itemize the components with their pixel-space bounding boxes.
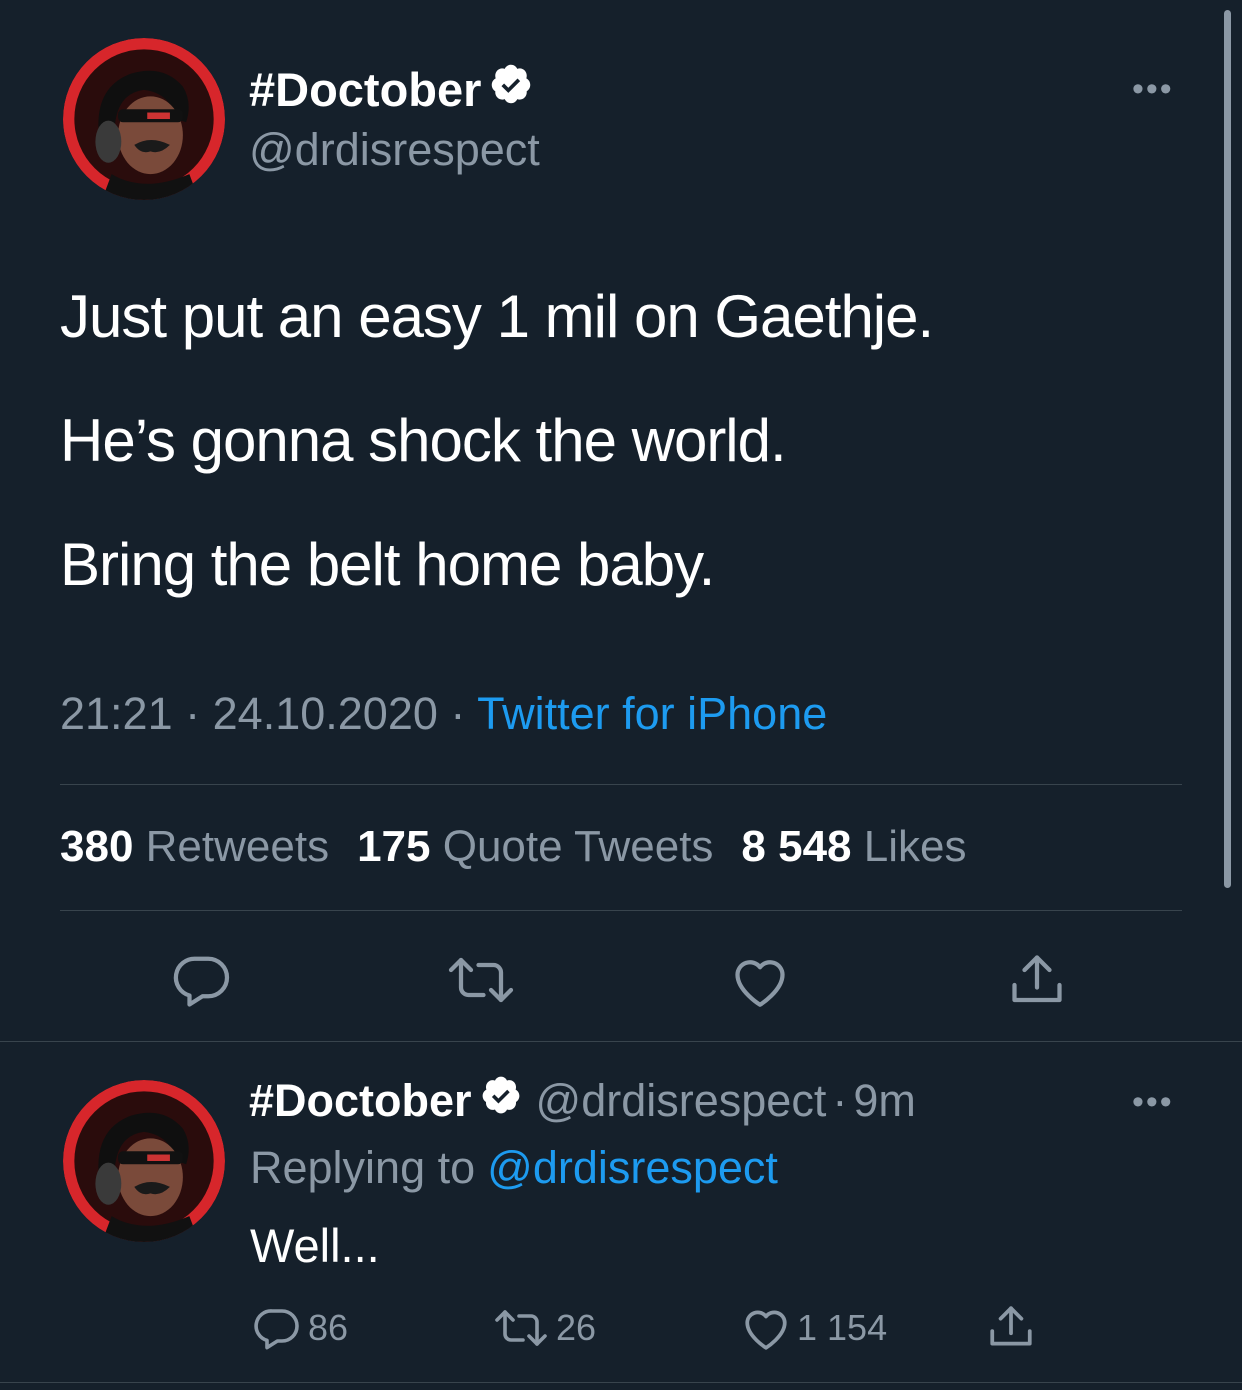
like-button[interactable]: [730, 952, 790, 1010]
share-button[interactable]: [1007, 950, 1067, 1010]
handle[interactable]: @drdisrespect: [249, 124, 540, 176]
like-icon: [735, 960, 785, 1007]
more-icon[interactable]: •••: [1132, 72, 1174, 106]
tweet-line-3: Bring the belt home baby.: [60, 531, 715, 598]
reply-avatar[interactable]: [63, 1080, 225, 1242]
like-count: 1 154: [797, 1307, 888, 1348]
quotes-label: Quote Tweets: [442, 822, 714, 871]
quotes-stat[interactable]: 175 Quote Tweets: [357, 822, 713, 871]
reply-display-name[interactable]: #Doctober: [249, 1075, 472, 1127]
verified-badge-icon: [480, 1074, 522, 1127]
retweets-label: Retweets: [145, 822, 330, 871]
reply-more-icon[interactable]: •••: [1132, 1085, 1174, 1119]
retweet-button[interactable]: [446, 950, 516, 1010]
tweet-line-2: He’s gonna shock the world.: [60, 407, 787, 474]
like-icon: [745, 1310, 787, 1350]
divider: [0, 1382, 1242, 1383]
retweet-icon: [448, 957, 514, 1003]
reply-age: 9m: [853, 1074, 916, 1126]
scrollbar[interactable]: [1224, 10, 1231, 888]
likes-count: 8 548: [741, 822, 852, 871]
likes-label: Likes: [863, 822, 967, 871]
reply-icon: [254, 1309, 299, 1350]
divider: [60, 784, 1182, 785]
divider: [60, 910, 1182, 911]
retweets-count: 380: [60, 822, 134, 871]
replying-to-label: Replying to: [250, 1142, 476, 1193]
reply-text: Well...: [250, 1219, 380, 1272]
reply-handle[interactable]: @drdisrespect: [536, 1075, 827, 1127]
display-name[interactable]: #Doctober: [249, 62, 481, 117]
retweet-icon: [495, 1310, 547, 1346]
share-icon: [990, 1306, 1032, 1346]
separator-dot: ·: [185, 688, 201, 739]
reply-count: 86: [308, 1307, 349, 1348]
quotes-count: 175: [357, 822, 431, 871]
reply-retweet-button[interactable]: 26: [492, 1304, 596, 1352]
reply-reply-button[interactable]: 86: [252, 1304, 348, 1352]
tweet-time: 21:21: [60, 688, 173, 739]
tweet-date: 24.10.2020: [212, 688, 438, 739]
tweet-meta: 21:21 · 24.10.2020 · Twitter for iPhone: [60, 688, 827, 740]
verified-badge-icon: [489, 62, 533, 117]
share-icon: [1012, 955, 1062, 1003]
likes-stat[interactable]: 8 548 Likes: [741, 822, 966, 871]
reply-icon: [173, 956, 230, 1007]
tweet-stats: 380 Retweets 175 Quote Tweets 8 548 Likes: [60, 822, 966, 872]
separator-dot: ·: [450, 688, 466, 739]
retweet-count: 26: [556, 1307, 597, 1348]
avatar[interactable]: [63, 38, 225, 200]
separator-dot: ·: [832, 1074, 848, 1126]
tweet-source-link[interactable]: Twitter for iPhone: [477, 688, 827, 739]
retweets-stat[interactable]: 380 Retweets: [60, 822, 329, 871]
divider: [0, 1041, 1242, 1042]
replying-to-handle[interactable]: @drdisrespect: [487, 1142, 778, 1194]
tweet-line-1: Just put an easy 1 mil on Gaethje.: [60, 283, 934, 350]
reply-button[interactable]: [172, 950, 232, 1010]
reply-share-button[interactable]: [986, 1302, 1042, 1352]
reply-like-button[interactable]: 1 154: [741, 1304, 887, 1352]
